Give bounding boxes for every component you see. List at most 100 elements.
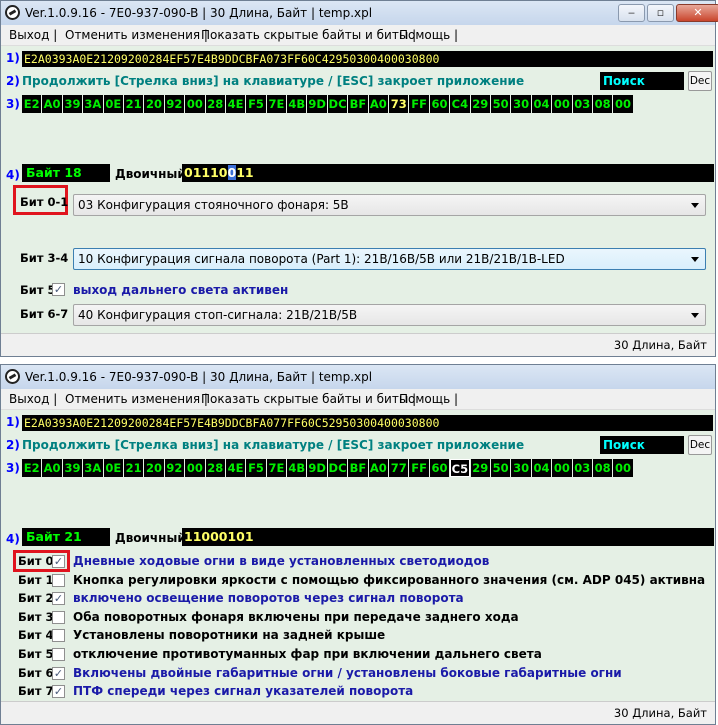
byte-cell[interactable]: 20 (144, 95, 164, 113)
byte-cell[interactable]: 04 (531, 459, 552, 477)
bit-2-checkbox[interactable]: ✓ (52, 592, 65, 606)
title-bar[interactable]: Ver.1.0.9.16 - 7E0-937-090-B | 30 Длина,… (1, 365, 715, 389)
byte-cell[interactable]: FF (409, 95, 429, 113)
byte-cell[interactable]: 73 (389, 95, 409, 113)
byte-cell[interactable]: 08 (592, 95, 613, 113)
bit-7-checkbox[interactable]: ✓ (52, 685, 65, 699)
byte-cell[interactable]: A0 (368, 459, 389, 477)
byte-cell[interactable]: 28 (205, 459, 225, 477)
byte-cell[interactable]: E2 (22, 95, 42, 113)
byte-cell[interactable]: 21 (123, 95, 144, 113)
byte-cell[interactable]: FF (409, 459, 429, 477)
byte-cell[interactable]: 4E (225, 95, 246, 113)
dec-button[interactable]: Dec (688, 71, 712, 91)
byte-cell[interactable]: 00 (613, 95, 633, 113)
byte-cell[interactable]: A0 (42, 95, 62, 113)
search-field[interactable]: Поиск (600, 436, 684, 454)
hex-string[interactable]: E2A0393A0E21209200284EF57E4B9DDCBFA073FF… (22, 51, 713, 67)
byte-cell[interactable]: E2 (22, 459, 42, 477)
bit-5-checkbox[interactable]: ✓ (52, 283, 65, 296)
byte-cell[interactable]: 60 (429, 95, 450, 113)
hex-string[interactable]: E2A0393A0E21209200284EF57E4B9DDCBFA077FF… (22, 415, 713, 431)
byte-cell[interactable]: 60 (429, 459, 450, 477)
byte-cell[interactable]: 03 (572, 459, 592, 477)
menu-show-hidden[interactable]: Показать скрытые байты и биты | (201, 392, 416, 406)
menu-show-hidden[interactable]: Показать скрытые байты и биты | (201, 28, 416, 42)
byte-cell[interactable]: 9D (307, 95, 327, 113)
byte-cell[interactable]: A0 (42, 459, 62, 477)
row-number-3: 3) (6, 461, 20, 475)
bit-6-7-label: Бит 6-7 (20, 307, 69, 321)
byte-cell[interactable]: 00 (185, 459, 205, 477)
bit-4-checkbox[interactable] (52, 629, 65, 643)
byte-cell[interactable]: 04 (531, 95, 552, 113)
byte-cell[interactable]: C4 (450, 95, 470, 113)
bit-3-text: Оба поворотных фонаря включены при перед… (73, 609, 519, 624)
search-field[interactable]: Поиск (600, 72, 684, 90)
bit-1-checkbox[interactable] (52, 573, 65, 587)
bit-6-checkbox[interactable]: ✓ (52, 666, 65, 680)
byte-cell[interactable]: 29 (470, 459, 490, 477)
main-panel: 1) E2A0393A0E21209200284EF57E4B9DDCBFA07… (1, 410, 715, 703)
byte-cell[interactable]: F5 (246, 95, 266, 113)
byte-cell[interactable]: F5 (246, 459, 266, 477)
menu-help[interactable]: Помощь | (399, 28, 458, 42)
menu-undo[interactable]: Отменить изменения | (65, 28, 208, 42)
byte-cell[interactable]: 21 (123, 459, 144, 477)
menu-help[interactable]: Помощь | (399, 392, 458, 406)
byte-cell[interactable]: 39 (62, 459, 83, 477)
byte-cell[interactable]: 28 (205, 95, 225, 113)
byte-cell[interactable]: 50 (490, 459, 511, 477)
byte-cell[interactable]: 77 (389, 459, 409, 477)
byte-cell[interactable]: 50 (490, 95, 511, 113)
bit-0-checkbox[interactable]: ✓ (52, 555, 65, 568)
menu-undo[interactable]: Отменить изменения | (65, 392, 208, 406)
byte-cell[interactable]: A0 (368, 95, 389, 113)
byte-cell[interactable]: 20 (144, 459, 164, 477)
byte-label: Байт 21 (22, 528, 110, 546)
byte-cell[interactable]: 3A (83, 95, 103, 113)
bit-7-text: ПТФ спереди через сигнал указателей пово… (73, 684, 414, 699)
byte-cell[interactable]: 7E (266, 459, 287, 477)
byte-cell[interactable]: 4E (225, 459, 246, 477)
byte-cell[interactable]: 03 (572, 95, 592, 113)
minimize-button[interactable]: ‒ (618, 4, 645, 22)
byte-cell[interactable]: DC (327, 95, 348, 113)
byte-cell[interactable]: 4B (287, 459, 307, 477)
byte-cell[interactable]: 0E (103, 459, 123, 477)
byte-cell[interactable]: DC (327, 459, 348, 477)
byte-cell[interactable]: 29 (470, 95, 490, 113)
byte-cell[interactable]: 00 (185, 95, 205, 113)
byte-cell[interactable]: 92 (164, 95, 185, 113)
byte-cell[interactable]: 92 (164, 459, 185, 477)
bit-0-1-label: Бит 0-1 (20, 195, 69, 209)
byte-cell[interactable]: 0E (103, 95, 123, 113)
bit-3-checkbox[interactable] (52, 610, 65, 624)
bit-6-7-select[interactable]: 40 Конфигурация стоп-сигнала: 21В/21В/5В (73, 304, 706, 326)
bit-3-4-select[interactable]: 10 Конфигурация сигнала поворота (Part 1… (73, 248, 706, 270)
menu-exit[interactable]: Выход | (9, 392, 57, 406)
byte-cell[interactable]: 39 (62, 95, 83, 113)
byte-cell[interactable]: 30 (511, 95, 531, 113)
close-button[interactable]: ✕ (676, 4, 718, 22)
byte-cell[interactable]: 08 (592, 459, 613, 477)
bit-0-1-select[interactable]: 03 Конфигурация стояночного фонаря: 5В (73, 194, 706, 216)
byte-cell[interactable]: 7E (266, 95, 287, 113)
byte-cell[interactable]: 3A (83, 459, 103, 477)
binary-value[interactable]: 01110011 (182, 164, 714, 182)
dec-button[interactable]: Dec (688, 435, 712, 455)
byte-cell[interactable]: 9D (307, 459, 327, 477)
byte-cell[interactable]: 00 (613, 459, 633, 477)
byte-cell[interactable]: BF (348, 459, 368, 477)
byte-cell[interactable]: C5 (450, 459, 470, 477)
byte-cell[interactable]: 4B (287, 95, 307, 113)
byte-cell[interactable]: BF (348, 95, 368, 113)
title-bar[interactable]: Ver.1.0.9.16 - 7E0-937-090-B | 30 Длина,… (1, 1, 718, 25)
binary-value[interactable]: 11000101 (182, 528, 714, 546)
byte-cell[interactable]: 00 (552, 95, 572, 113)
bit-5-checkbox[interactable] (52, 648, 65, 661)
byte-cell[interactable]: 30 (511, 459, 531, 477)
byte-cell[interactable]: 00 (552, 459, 572, 477)
maximize-button[interactable]: ▫ (647, 4, 674, 22)
menu-exit[interactable]: Выход | (9, 28, 57, 42)
